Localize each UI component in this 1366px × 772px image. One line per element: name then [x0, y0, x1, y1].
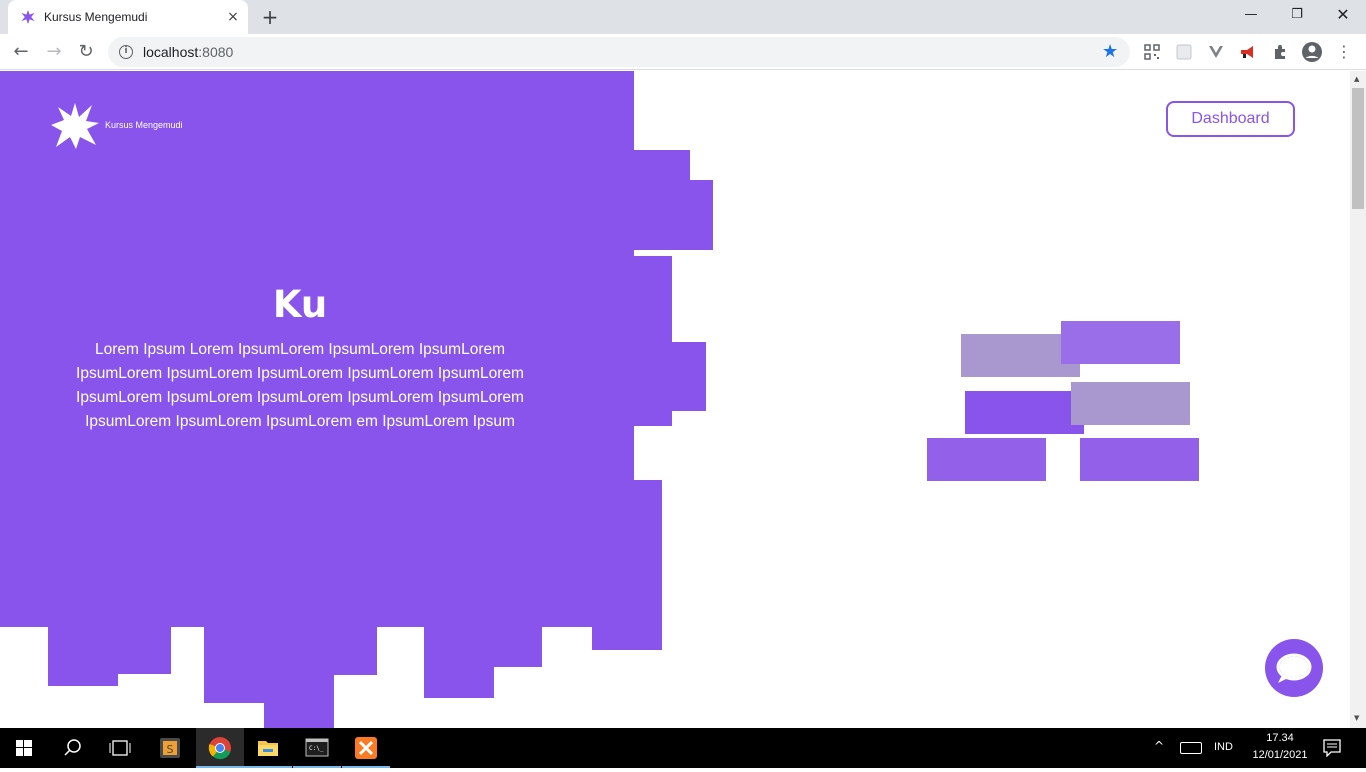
task-view-button[interactable]: [96, 728, 144, 768]
chat-bubble-icon: [1276, 653, 1312, 683]
address-bar[interactable]: i localhost:8080 ★: [108, 37, 1130, 67]
url-host: localhost: [143, 44, 199, 60]
bookmark-star-icon[interactable]: ★: [1102, 41, 1118, 62]
page-viewport: Kursus Mengemudi Dashboard Ku Lorem Ipsu…: [0, 71, 1350, 728]
taskbar-app-sublime[interactable]: S: [146, 728, 194, 768]
forward-button[interactable]: →: [40, 38, 68, 66]
browser-menu-icon[interactable]: ⋮: [1332, 40, 1356, 64]
hero-shape-bottom: [424, 627, 494, 698]
hero-shape-bottom: [204, 627, 264, 703]
scroll-up-arrow-icon[interactable]: ▲: [1354, 75, 1359, 83]
hero-shape-bottom: [334, 627, 377, 675]
chat-button[interactable]: [1265, 639, 1323, 697]
close-window-button[interactable]: ✕: [1320, 0, 1366, 30]
dashboard-button[interactable]: Dashboard: [1166, 101, 1295, 137]
scroll-down-arrow-icon[interactable]: ▼: [1354, 714, 1359, 722]
taskbar-app-chrome[interactable]: [196, 728, 244, 768]
clock-date[interactable]: 12/01/2021: [1240, 749, 1320, 761]
task-view-icon: [109, 740, 131, 756]
svg-text:S: S: [167, 743, 174, 756]
input-language[interactable]: IND: [1214, 741, 1233, 753]
brand-logo-icon[interactable]: [50, 101, 100, 151]
url-text[interactable]: localhost:8080: [143, 44, 233, 60]
url-port: :8080: [198, 44, 234, 60]
xampp-icon: [355, 737, 377, 759]
taskbar-app-file-explorer[interactable]: [244, 728, 292, 768]
tray-overflow-chevron-icon[interactable]: ^: [1154, 739, 1164, 753]
hero-title: Ku: [272, 283, 328, 326]
terminal-icon: C:\_: [305, 738, 329, 757]
search-icon: [64, 739, 81, 756]
scrollbar-thumb[interactable]: [1352, 88, 1364, 209]
new-tab-button[interactable]: +: [258, 6, 282, 28]
qr-code-extension-icon[interactable]: [1140, 40, 1164, 64]
reload-button[interactable]: ↻: [72, 38, 100, 66]
hero-shape-step: [634, 150, 690, 180]
illustration-brick: [1071, 382, 1190, 425]
windows-logo-icon: [16, 740, 32, 756]
hero-shape-step: [634, 180, 713, 250]
hero-shape-bottom: [264, 627, 334, 728]
browser-tab[interactable]: Kursus Mengemudi ×: [8, 0, 248, 34]
svg-text:C:\_: C:\_: [309, 745, 324, 752]
tab-title: Kursus Mengemudi: [44, 10, 148, 24]
hero-shape-step: [634, 256, 672, 342]
taskbar-search-button[interactable]: [48, 728, 96, 768]
site-info-icon[interactable]: i: [119, 45, 133, 59]
folder-icon: [258, 741, 278, 756]
hero-shape-bottom: [494, 627, 542, 667]
windows-taskbar: S C:\_ ^ IND 17.34 12/01/2021: [0, 728, 1366, 768]
minimize-button[interactable]: —: [1228, 0, 1274, 30]
tab-strip: Kursus Mengemudi × + — ❐ ✕: [0, 0, 1366, 34]
chrome-icon: [208, 737, 231, 760]
vue-devtools-icon[interactable]: [1204, 40, 1228, 64]
hero-shape-step: [592, 611, 662, 650]
illustration-brick: [965, 391, 1084, 434]
megaphone-extension-icon[interactable]: [1236, 40, 1260, 64]
hero-shape-bottom: [118, 627, 171, 674]
taskbar-app-xampp[interactable]: [342, 728, 390, 768]
taskbar-app-terminal[interactable]: C:\_: [293, 728, 341, 768]
close-tab-icon[interactable]: ×: [224, 8, 242, 26]
clock-time[interactable]: 17.34: [1240, 732, 1320, 744]
hero-shape-step: [634, 342, 706, 411]
illustration-brick: [1061, 321, 1180, 364]
illustration-brick: [1080, 438, 1199, 481]
start-button[interactable]: [0, 728, 48, 768]
back-button[interactable]: ←: [7, 38, 35, 66]
profile-avatar-icon[interactable]: [1300, 40, 1324, 64]
browser-toolbar: ← → ↻ i localhost:8080 ★ ⋮: [0, 34, 1366, 70]
favicon-icon: [21, 10, 35, 24]
page-scrollbar[interactable]: ▲ ▼: [1350, 71, 1366, 728]
extension-box-icon[interactable]: [1172, 40, 1196, 64]
restore-button[interactable]: ❐: [1274, 0, 1320, 30]
hero-description: Lorem Ipsum Lorem IpsumLorem IpsumLorem …: [76, 341, 524, 430]
illustration-brick: [927, 438, 1046, 481]
brand-name[interactable]: Kursus Mengemudi: [105, 120, 183, 130]
hero-shape-bottom: [48, 627, 118, 686]
touch-keyboard-icon[interactable]: [1180, 742, 1202, 754]
hero-shape-step: [634, 411, 672, 426]
notifications-icon[interactable]: [1322, 739, 1342, 757]
extensions-puzzle-icon[interactable]: [1268, 40, 1292, 64]
sublime-text-icon: S: [160, 738, 180, 758]
